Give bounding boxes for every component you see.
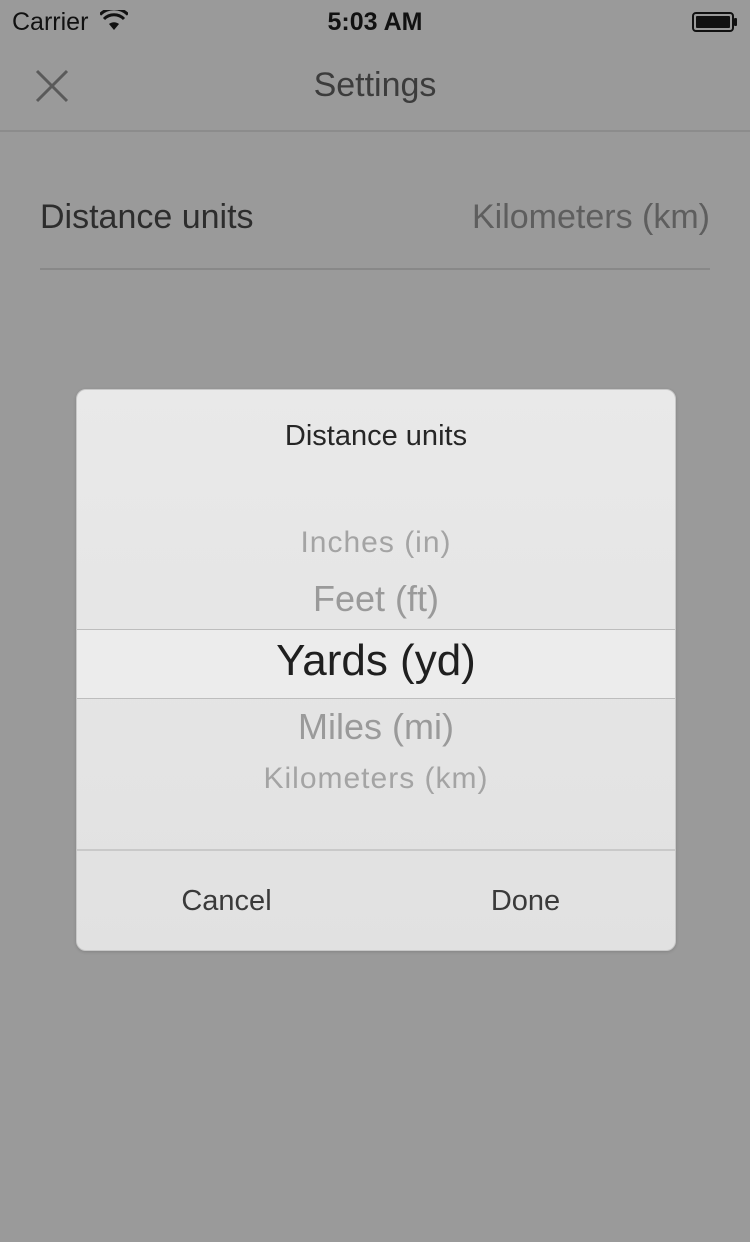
cancel-button[interactable]: Cancel xyxy=(77,851,376,950)
picker-option-feet[interactable]: Feet (ft) xyxy=(77,578,675,620)
page-title: Settings xyxy=(313,66,437,104)
picker-option-kilometers[interactable]: Kilometers (km) xyxy=(77,762,675,796)
battery-icon xyxy=(692,12,737,32)
distance-units-value: Kilometers (km) xyxy=(471,198,710,236)
status-bar: Carrier 5:03 AM xyxy=(0,0,750,44)
dialog-actions: Cancel Done xyxy=(77,849,675,950)
units-picker[interactable]: Inches (in) Feet (ft) Yards (yd) Miles (… xyxy=(77,500,675,850)
done-button[interactable]: Done xyxy=(376,851,675,950)
navigation-bar: Settings xyxy=(0,44,750,132)
status-time: 5:03 AM xyxy=(327,8,423,36)
dialog-title: Distance units xyxy=(284,420,468,452)
distance-units-label: Distance units xyxy=(40,198,254,236)
distance-units-row[interactable]: Distance units Kilometers (km) xyxy=(40,168,710,270)
picker-option-inches[interactable]: Inches (in) xyxy=(77,526,675,560)
picker-option-yards-selected[interactable]: Yards (yd) xyxy=(77,636,675,686)
distance-units-dialog: Distance units Inches (in) Feet (ft) Yar… xyxy=(76,389,676,951)
picker-option-miles[interactable]: Miles (mi) xyxy=(77,706,675,748)
